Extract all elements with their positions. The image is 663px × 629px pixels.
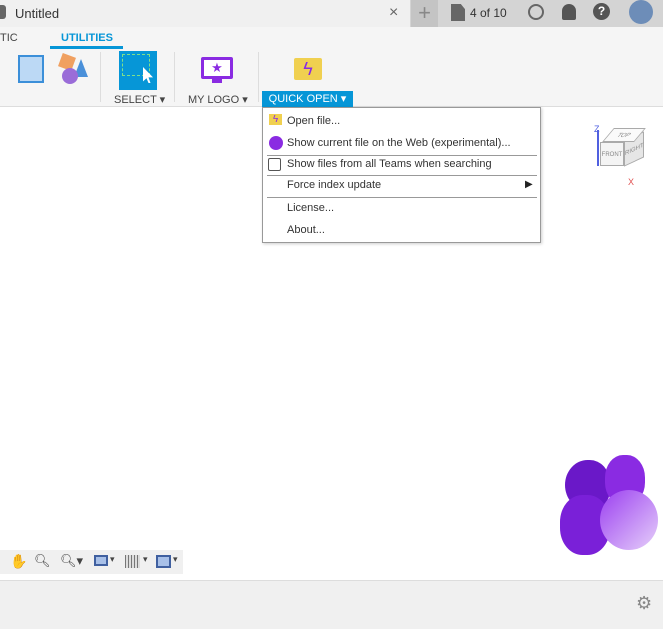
new-tab-button[interactable]: + — [411, 0, 438, 27]
viewcube[interactable]: FRONT RIGHT TOP Z X — [594, 122, 656, 192]
grid-icon[interactable] — [125, 555, 140, 568]
pan-hand-icon[interactable]: ✋ — [10, 553, 27, 570]
menu-item-show-all-teams[interactable]: Show files from all Teams when searching — [287, 158, 492, 170]
layout-icon[interactable] — [18, 55, 44, 83]
lightning-folder-icon: ϟ — [269, 114, 282, 125]
gear-icon[interactable]: ⚙ — [636, 593, 652, 614]
tab-tic[interactable]: TIC — [0, 32, 18, 44]
bell-icon[interactable] — [562, 4, 576, 20]
menu-item-about[interactable]: About... — [287, 224, 325, 236]
my-logo-label[interactable]: MY LOGO ▾ — [188, 93, 248, 106]
job-status-text[interactable]: 4 of 10 — [470, 6, 507, 20]
menu-item-open-file[interactable]: Open file... — [287, 115, 340, 127]
viewports-icon[interactable] — [156, 555, 171, 568]
flower-logo — [560, 455, 660, 565]
navigation-bar: ✋ 🔍︎ 🔍︎▾ ▾ ▾ ▾ — [0, 550, 183, 574]
display-settings-icon[interactable] — [94, 555, 108, 566]
clock-icon[interactable] — [528, 4, 544, 20]
zoom-window-icon[interactable]: 🔍︎▾ — [60, 553, 83, 569]
menu-item-force-index[interactable]: Force index update — [287, 179, 381, 191]
document-title: Untitled — [15, 6, 60, 21]
submenu-arrow-icon: ▶ — [525, 179, 533, 190]
job-status-icon[interactable] — [451, 4, 465, 21]
help-icon[interactable]: ? — [593, 3, 610, 20]
menu-item-license[interactable]: License... — [287, 202, 334, 214]
menu-item-show-on-web[interactable]: Show current file on the Web (experiment… — [287, 137, 511, 149]
close-tab-button[interactable]: × — [389, 4, 398, 22]
tab-utilities[interactable]: UTILITIES — [61, 32, 113, 44]
select-button[interactable] — [119, 51, 157, 90]
bottom-bar — [0, 580, 663, 629]
active-tab-indicator — [50, 46, 123, 49]
quick-open-menu: ϟ Open file... Show current file on the … — [262, 107, 541, 243]
shapes-icon[interactable] — [58, 53, 88, 85]
my-logo-icon[interactable]: ★ — [201, 57, 233, 79]
lock-icon — [0, 5, 6, 19]
zoom-icon[interactable]: 🔍︎ — [34, 553, 51, 569]
select-label[interactable]: SELECT ▾ — [114, 93, 165, 106]
quick-open-icon[interactable]: ϟ — [294, 58, 322, 80]
teams-checkbox[interactable] — [268, 158, 281, 171]
globe-icon — [269, 136, 283, 150]
avatar[interactable] — [629, 0, 653, 24]
quick-open-button[interactable]: QUICK OPEN ▾ — [262, 91, 353, 107]
